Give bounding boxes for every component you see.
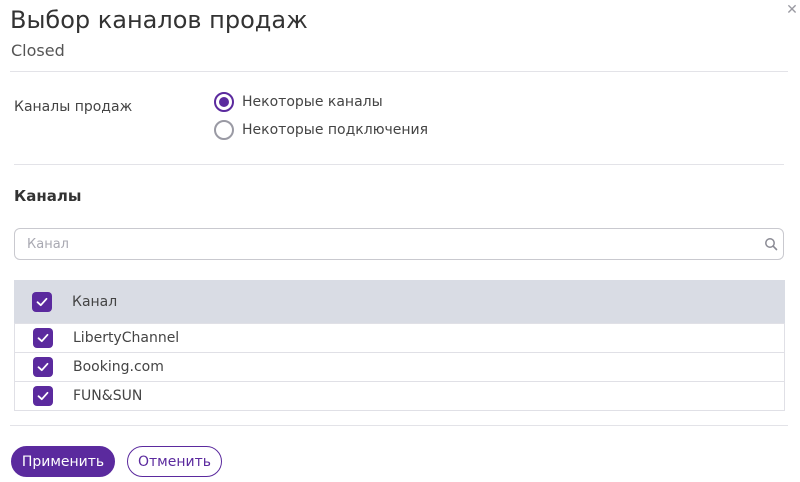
channel-name: LibertyChannel	[73, 330, 180, 346]
channel-name: FUN&SUN	[73, 388, 143, 404]
channel-name: Booking.com	[73, 359, 164, 375]
radio-button-selected[interactable]	[214, 92, 234, 112]
channels-section-title: Каналы	[14, 187, 82, 205]
row-checkbox[interactable]	[33, 386, 53, 406]
dialog-title: Выбор каналов продаж	[10, 6, 308, 34]
search-icon	[765, 238, 778, 251]
sales-channels-label: Каналы продаж	[14, 99, 133, 115]
sales-channels-dialog: ✕ Выбор каналов продаж Closed Каналы про…	[0, 0, 800, 482]
close-icon: ✕	[786, 2, 798, 18]
check-icon	[37, 362, 49, 372]
row-checkbox[interactable]	[33, 328, 53, 348]
radio-some-channels[interactable]: Некоторые каналы	[214, 92, 383, 112]
close-button[interactable]: ✕	[784, 2, 800, 18]
divider-middle	[14, 164, 784, 165]
table-row[interactable]: FUN&SUN	[14, 382, 785, 411]
channel-search[interactable]	[14, 228, 784, 260]
dialog-subtitle: Closed	[11, 41, 65, 60]
channels-table: Канал LibertyChannel Booking.com FUN&SUN	[14, 280, 785, 411]
column-header-channel: Канал	[72, 293, 118, 310]
cancel-button[interactable]: Отменить	[127, 446, 222, 477]
radio-label: Некоторые подключения	[242, 122, 429, 138]
apply-button[interactable]: Применить	[11, 446, 115, 477]
table-header: Канал	[14, 280, 785, 323]
row-checkbox[interactable]	[33, 357, 53, 377]
radio-some-connections[interactable]: Некоторые подключения	[214, 120, 428, 140]
check-icon	[36, 297, 48, 306]
divider-bottom	[10, 425, 788, 426]
table-body: LibertyChannel Booking.com FUN&SUN	[14, 323, 785, 411]
radio-label: Некоторые каналы	[242, 94, 383, 110]
check-icon	[37, 391, 49, 401]
radio-button[interactable]	[214, 120, 234, 140]
select-all-checkbox[interactable]	[32, 291, 52, 312]
table-row[interactable]: Booking.com	[14, 353, 785, 382]
table-row[interactable]: LibertyChannel	[14, 324, 785, 353]
check-icon	[37, 333, 49, 343]
divider-top	[10, 71, 788, 72]
channel-search-input[interactable]	[15, 229, 755, 259]
